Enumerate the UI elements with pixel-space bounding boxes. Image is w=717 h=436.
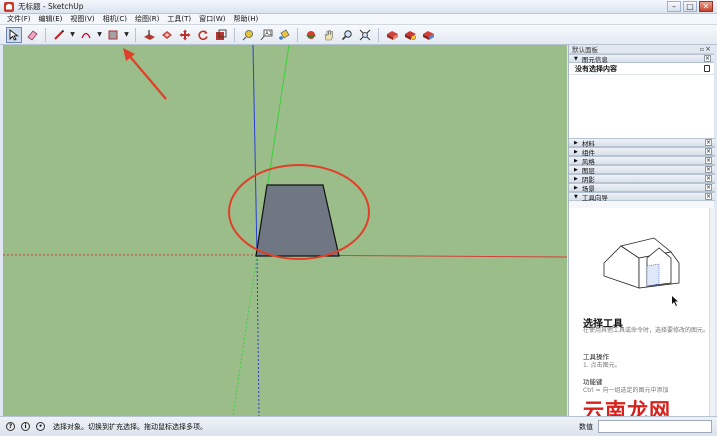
pan-icon[interactable] [321,27,337,43]
instructor-keys-text: Ctrl = 向一组选定的图元中添加 [583,387,669,394]
collapsed-triangle-icon: ▶ [574,175,578,182]
expanded-triangle-icon: ▼ [574,55,578,62]
instructor-operations-text: 1. 点击图元。 [583,362,621,369]
eraser-icon[interactable] [24,27,40,43]
info-icon[interactable]: ? [6,422,15,431]
toolbar-separator [378,27,379,42]
zoom-extents-icon[interactable] [357,27,373,43]
text-icon[interactable]: A1 [258,27,274,43]
collapsed-triangle-icon: ▶ [574,139,578,146]
menu-tools[interactable]: 工具(T) [163,14,195,24]
rectangle-icon[interactable] [105,27,121,43]
collapsed-sections: ▶ 材料 × ▶ 组件 × ▶ 风格 × ▶ 图层 × ▶ 阴影 × ▶ 场景 … [569,138,715,202]
close-icon[interactable]: × [705,175,712,182]
entity-info-body [569,75,714,147]
green-axis-dotted [232,254,258,416]
instructor-tool-description: 在使用其他工具或命令时，选择要修改的图元。 [583,327,710,334]
collapsed-triangle-icon: ▶ [574,184,578,191]
close-icon[interactable]: × [705,157,712,164]
tape-measure-icon[interactable] [240,27,256,43]
toolbar-separator [135,27,136,42]
zoom-icon[interactable] [339,27,355,43]
status-message: 选择对象。切换到扩充选择。拖动鼠标选择多项。 [53,422,207,431]
chevron-down-icon[interactable]: ▼ [69,27,76,43]
chevron-down-icon[interactable]: ▼ [123,27,130,43]
minimize-button[interactable]: – [667,1,681,12]
section-instructor[interactable]: ▼ 工具向导 × [569,192,715,202]
lock-icon[interactable] [704,65,710,72]
tray-title-text: 默认面板 [572,46,598,54]
share-icon[interactable] [420,27,436,43]
extension-icon[interactable] [402,27,418,43]
credit-icon[interactable]: i [21,422,30,431]
push-pull-icon[interactable] [141,27,157,43]
menu-help[interactable]: 帮助(H) [229,14,262,24]
select-icon[interactable] [6,26,22,43]
instructor-house-illustration [603,237,680,306]
close-icon[interactable]: × [705,139,712,146]
section-entity-info[interactable]: ▼ 图元信息 × [569,54,714,64]
toolbar-separator [45,27,46,42]
toolbar-separator [234,27,235,42]
status-bar: ? i • 选择对象。切换到扩充选择。拖动鼠标选择多项。 数值 [0,416,717,436]
menu-bar: 文件(F) 编辑(E) 视图(V) 相机(C) 绘图(R) 工具(T) 窗口(W… [0,14,717,25]
menu-view[interactable]: 视图(V) [66,14,98,24]
sketchup-logo-icon [4,1,14,12]
chevron-down-icon[interactable]: ▼ [96,27,103,43]
menu-camera[interactable]: 相机(C) [99,14,131,24]
close-icon[interactable]: × [705,166,712,173]
pin-icon[interactable]: ▫ [700,46,704,53]
close-icon[interactable]: × [705,184,712,191]
scale-icon[interactable] [213,27,229,43]
maximize-button[interactable]: □ [683,1,697,12]
annotation-arrow [126,52,167,100]
title-bar: 无标题 - SketchUp – □ ✕ [0,0,717,14]
drawing-viewport[interactable] [3,45,567,416]
measurements-label: 数值 [579,423,593,431]
pencil-line-icon[interactable] [51,27,67,43]
collapsed-triangle-icon: ▶ [574,148,578,155]
toolbar-separator [297,27,298,42]
default-tray: 默认面板 ▫ × ▼ 图元信息 × 没有选择内容 ▶ 材料 × ▶ 组件 × ▶… [568,45,715,416]
menu-draw[interactable]: 绘图(R) [131,14,163,24]
window-title: 无标题 - SketchUp [18,2,84,11]
measurements-input[interactable] [598,420,712,433]
orbit-icon[interactable] [303,27,319,43]
expanded-triangle-icon: ▼ [574,193,578,200]
instructor-scrollbar[interactable] [709,208,715,416]
close-icon[interactable]: × [704,55,711,62]
offset-icon[interactable] [159,27,175,43]
selected-face [255,184,340,257]
instructor-panel: 选择工具 在使用其他工具或命令时，选择要修改的图元。 工具操作 1. 点击图元。… [569,208,715,416]
entity-info-value: 没有选择内容 [569,63,714,75]
user-icon[interactable]: • [36,422,45,431]
warehouse-icon[interactable] [384,27,400,43]
svg-text:A1: A1 [265,31,272,37]
close-icon[interactable]: × [705,193,712,200]
blue-axis-dotted [256,254,260,416]
collapsed-triangle-icon: ▶ [574,157,578,164]
menu-file[interactable]: 文件(F) [3,14,35,24]
rotate-icon[interactable] [195,27,211,43]
paint-bucket-icon[interactable] [276,27,292,43]
entity-info-text: 没有选择内容 [575,64,617,73]
menu-window[interactable]: 窗口(W) [195,14,229,24]
section-label: 工具向导 [581,193,608,202]
arc-icon[interactable] [78,27,94,43]
menu-edit[interactable]: 编辑(E) [35,14,67,24]
close-button[interactable]: ✕ [699,1,713,12]
collapsed-triangle-icon: ▶ [574,166,578,173]
section-label: 图元信息 [581,55,608,64]
window-controls: – □ ✕ [667,1,713,12]
blue-axis [252,45,258,256]
close-icon[interactable]: × [705,148,712,155]
close-icon[interactable]: × [705,45,711,53]
main-toolbar: ▼ ▼ ▼ A1 [0,25,717,45]
move-icon[interactable] [177,27,193,43]
